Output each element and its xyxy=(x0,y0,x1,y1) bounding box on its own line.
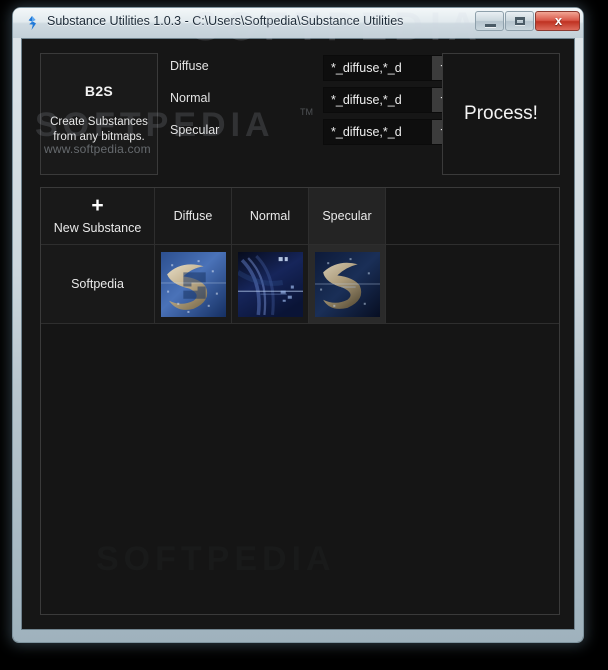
b2s-title: B2S xyxy=(84,83,114,99)
client-area: B2S Create Substances from any bitmaps. … xyxy=(21,38,575,630)
plus-icon: + xyxy=(91,194,104,217)
diffuse-pattern-value: *_diffuse,*_d xyxy=(324,56,432,80)
diffuse-thumbnail[interactable] xyxy=(160,251,226,317)
field-row-diffuse: Diffuse *_diffuse,*_d xyxy=(168,55,468,81)
table-row[interactable]: Softpedia xyxy=(41,245,559,324)
grid-header-row: + New Substance Diffuse Normal Specular xyxy=(41,188,559,245)
b2s-description-line-2: from any bitmaps. xyxy=(53,131,145,143)
specular-label: Specular xyxy=(170,123,220,137)
field-row-specular: Specular *_diffuse,*_d xyxy=(168,119,468,145)
diffuse-label: Diffuse xyxy=(170,59,209,73)
column-header-diffuse[interactable]: Diffuse xyxy=(155,188,232,244)
application-window: Substance Utilities 1.0.3 - C:\Users\Sof… xyxy=(13,8,583,642)
normal-thumbnail-cell[interactable] xyxy=(232,245,309,323)
b2s-panel: B2S Create Substances from any bitmaps. xyxy=(40,53,158,175)
column-header-diffuse-label: Diffuse xyxy=(173,209,213,223)
column-header-specular-label: Specular xyxy=(322,209,372,223)
substance-name-label: Softpedia xyxy=(71,277,124,291)
maximize-icon xyxy=(515,17,525,25)
new-substance-label: New Substance xyxy=(53,221,142,235)
column-header-specular[interactable]: Specular xyxy=(309,188,386,244)
top-section: B2S Create Substances from any bitmaps. … xyxy=(40,53,560,175)
window-title: Substance Utilities 1.0.3 - C:\Users\Sof… xyxy=(47,14,404,28)
minimize-icon xyxy=(485,24,496,27)
column-header-normal[interactable]: Normal xyxy=(232,188,309,244)
close-icon: x xyxy=(554,13,563,28)
specular-pattern-combobox[interactable]: *_diffuse,*_d xyxy=(323,119,461,145)
filter-fields: Diffuse *_diffuse,*_d Normal *_diffuse,*… xyxy=(168,53,468,175)
close-button[interactable]: x xyxy=(535,11,580,31)
b2s-description: Create Substances from any bitmaps. xyxy=(50,115,148,145)
normal-label: Normal xyxy=(170,91,211,105)
minimize-button[interactable] xyxy=(475,11,504,31)
substance-grid: + New Substance Diffuse Normal Specular … xyxy=(40,187,560,615)
process-button[interactable]: Process! xyxy=(442,53,560,175)
field-row-normal: Normal *_diffuse,*_d xyxy=(168,87,468,113)
normal-pattern-value: *_diffuse,*_d xyxy=(324,88,432,112)
substance-name-cell[interactable]: Softpedia xyxy=(41,245,155,323)
specular-thumbnail[interactable] xyxy=(314,251,380,317)
new-substance-button[interactable]: + New Substance xyxy=(41,188,155,244)
maximize-button[interactable] xyxy=(505,11,534,31)
diffuse-pattern-combobox[interactable]: *_diffuse,*_d xyxy=(323,55,461,81)
specular-thumbnail-cell[interactable] xyxy=(309,245,386,323)
diffuse-thumbnail-cell[interactable] xyxy=(155,245,232,323)
title-bar[interactable]: Substance Utilities 1.0.3 - C:\Users\Sof… xyxy=(13,8,583,38)
specular-pattern-value: *_diffuse,*_d xyxy=(324,120,432,144)
b2s-description-line-1: Create Substances xyxy=(50,116,148,128)
normal-thumbnail[interactable] xyxy=(237,251,303,317)
column-header-normal-label: Normal xyxy=(249,209,291,223)
process-button-label: Process! xyxy=(464,103,538,124)
normal-pattern-combobox[interactable]: *_diffuse,*_d xyxy=(323,87,461,113)
substance-icon xyxy=(24,15,40,31)
